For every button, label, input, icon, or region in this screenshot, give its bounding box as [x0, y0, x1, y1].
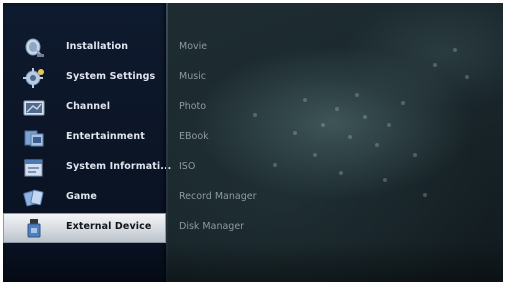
menu-item-system-information[interactable]: System Informati...	[3, 153, 171, 183]
submenu-item-label: Movie	[179, 41, 208, 52]
submenu-item-label: ISO	[179, 161, 196, 172]
tv-screen-icon	[23, 98, 45, 118]
menu-item-label: External Device	[66, 221, 152, 232]
panel-divider	[166, 3, 168, 282]
tv-screen: Installation System Settings Channel Ent…	[3, 3, 503, 282]
submenu-item-label: Photo	[179, 101, 207, 112]
usb-device-icon	[23, 218, 45, 238]
menu-item-label: Channel	[66, 101, 111, 112]
menu-item-game[interactable]: Game	[3, 183, 166, 213]
gear-icon	[23, 68, 45, 88]
menu-item-entertainment[interactable]: Entertainment	[3, 123, 166, 153]
menu-item-system-settings[interactable]: System Settings	[3, 63, 166, 93]
main-menu-panel: Installation System Settings Channel Ent…	[3, 3, 171, 282]
film-icon	[23, 128, 45, 148]
info-window-icon	[23, 158, 45, 178]
menu-item-label: System Settings	[66, 71, 156, 82]
submenu-item-label: Record Manager	[179, 191, 257, 202]
menu-item-label: System Informati...	[66, 161, 172, 172]
submenu-item-label: Music	[179, 71, 207, 82]
satellite-dish-icon	[23, 38, 45, 58]
menu-item-external-device[interactable]: External Device	[3, 213, 166, 243]
submenu-item-label: EBook	[179, 131, 209, 142]
main-menu: Installation System Settings Channel Ent…	[3, 33, 171, 243]
menu-item-channel[interactable]: Channel	[3, 93, 166, 123]
menu-item-label: Installation	[66, 41, 129, 52]
game-cards-icon	[23, 188, 45, 208]
submenu-item-label: Disk Manager	[179, 221, 245, 232]
menu-item-label: Entertainment	[66, 131, 145, 142]
menu-item-label: Game	[66, 191, 97, 202]
menu-item-installation[interactable]: Installation	[3, 33, 166, 63]
